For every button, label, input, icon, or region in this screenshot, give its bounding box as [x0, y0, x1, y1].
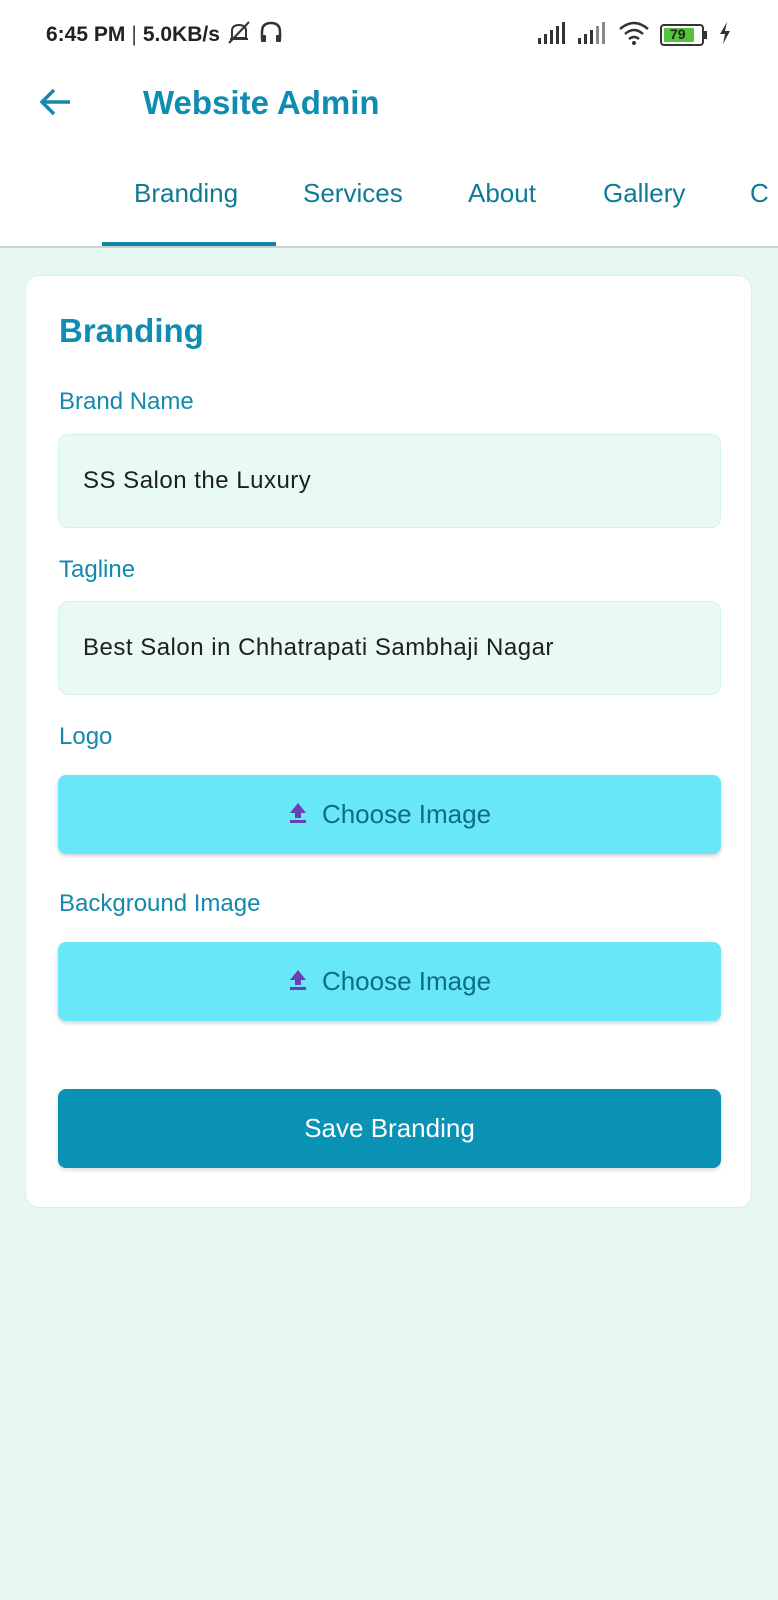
arrow-left-icon [38, 84, 74, 125]
logo-label: Logo [59, 723, 113, 750]
battery-level: 79 [670, 26, 686, 42]
muted-bell-icon [226, 19, 252, 51]
background-choose-image-button[interactable]: Choose Image [58, 942, 721, 1021]
save-branding-button[interactable]: Save Branding [58, 1089, 721, 1168]
background-choose-image-label: Choose Image [321, 966, 492, 996]
charging-icon [718, 21, 732, 49]
brand-name-input[interactable]: SS Salon the Luxury [58, 434, 721, 528]
signal-icon [578, 21, 608, 49]
brand-name-label: Brand Name [59, 388, 194, 415]
headphones-icon [258, 19, 284, 51]
tab-contact[interactable]: C [750, 178, 769, 209]
upload-icon [288, 966, 308, 997]
tab-bar: Branding Services About Gallery C [0, 158, 778, 248]
branding-card: Branding Brand Name SS Salon the Luxury … [25, 275, 752, 1208]
tagline-label: Tagline [59, 556, 136, 583]
battery-icon: 79 [660, 24, 708, 46]
network-speed: 5.0KB/s [142, 23, 220, 46]
active-tab-indicator [102, 242, 276, 246]
tab-gallery[interactable]: Gallery [603, 178, 685, 209]
logo-choose-image-button[interactable]: Choose Image [58, 775, 721, 854]
card-title: Branding [59, 312, 204, 349]
tab-about[interactable]: About [468, 178, 536, 209]
back-button[interactable] [34, 82, 78, 126]
status-time: 6:45 PM [46, 23, 126, 46]
status-bar: 6:45 PM | 5.0KB/s 79 [0, 0, 778, 70]
wifi-icon [618, 21, 650, 50]
signal-icon [538, 21, 568, 49]
page-title: Website Admin [143, 84, 380, 121]
background-image-label: Background Image [59, 890, 261, 917]
tab-services[interactable]: Services [303, 178, 403, 209]
tab-branding[interactable]: Branding [134, 178, 238, 209]
logo-choose-image-label: Choose Image [321, 799, 492, 829]
tagline-input[interactable]: Best Salon in Chhatrapati Sambhaji Nagar [58, 601, 721, 695]
status-bar-right: 79 [538, 21, 732, 50]
status-bar-left: 6:45 PM | 5.0KB/s [46, 19, 284, 51]
status-separator: | [131, 23, 137, 46]
upload-icon [288, 799, 308, 830]
